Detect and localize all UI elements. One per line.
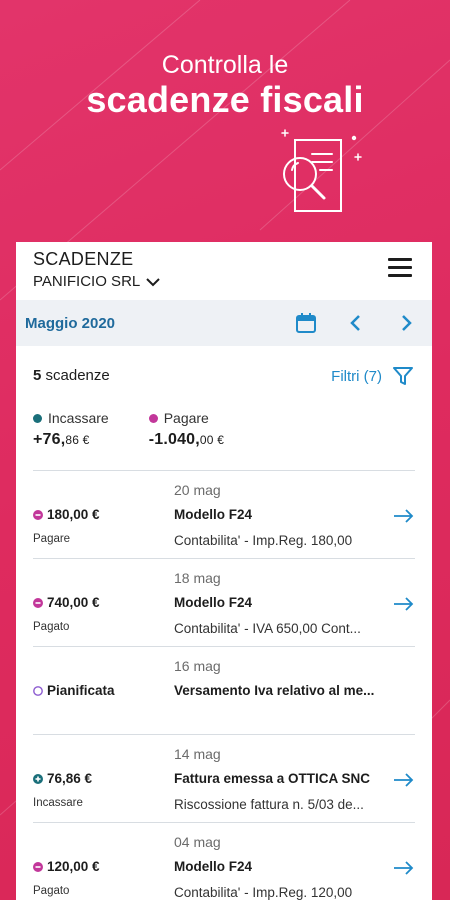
row-amount: 76,86 €: [33, 771, 92, 786]
list-item[interactable]: 20 mag 180,00 € Pagare Modello F24 Conta…: [33, 470, 415, 558]
incassare-value-decimals: 86 €: [65, 433, 90, 447]
deadline-count-number: 5: [33, 367, 42, 384]
row-status: Incassare: [33, 797, 83, 809]
hero: Controlla le scadenze fiscali: [0, 50, 450, 120]
plus-icon: [33, 773, 43, 784]
chevron-left-icon[interactable]: [344, 311, 368, 335]
pagare-label: Pagare: [163, 410, 209, 426]
row-amount: 120,00 €: [33, 859, 100, 874]
calendar-icon[interactable]: [294, 311, 318, 335]
row-date: 04 mag: [174, 834, 221, 850]
row-title: Fattura emessa a OTTICA SNC: [174, 771, 371, 786]
row-date: 16 mag: [174, 658, 221, 674]
row-description: Riscossione fattura n. 5/03 de...: [174, 797, 364, 812]
chevron-right-icon[interactable]: [394, 311, 418, 335]
filter-icon: [393, 367, 413, 385]
chevron-down-icon: [146, 278, 160, 287]
row-amount-value: 120,00 €: [47, 859, 100, 874]
row-status: Pagato: [33, 621, 70, 633]
row-amount-value: Pianificata: [47, 683, 115, 698]
row-date: 20 mag: [174, 482, 221, 498]
hamburger-menu-icon[interactable]: [388, 258, 412, 278]
pagare-value-decimals: 00 €: [199, 433, 225, 447]
summary-bar: 5 scadenze Filtri (7): [16, 346, 432, 404]
row-amount: 740,00 €: [33, 595, 100, 610]
deadline-list: 20 mag 180,00 € Pagare Modello F24 Conta…: [33, 470, 415, 900]
row-amount: Pianificata: [33, 683, 115, 698]
deadline-count-label: scadenze: [45, 367, 110, 384]
row-title: Versamento Iva relativo al me...: [174, 683, 375, 698]
month-label: Maggio 2020: [25, 314, 116, 332]
arrow-right-icon[interactable]: [393, 508, 415, 524]
minus-icon: [33, 597, 43, 608]
list-item[interactable]: 18 mag 740,00 € Pagato Modello F24 Conta…: [33, 558, 415, 646]
list-item[interactable]: 14 mag 76,86 € Incassare Fattura emessa …: [33, 734, 415, 822]
row-status: Pagare: [33, 533, 71, 545]
page-title: SCADENZE: [33, 249, 134, 269]
row-date: 14 mag: [174, 746, 221, 762]
filters-button[interactable]: Filtri (7): [331, 365, 414, 387]
row-amount: 180,00 €: [33, 507, 100, 522]
row-title: Modello F24: [174, 507, 253, 522]
minus-icon: [33, 861, 43, 872]
row-date: 18 mag: [174, 570, 221, 586]
row-description: Contabilita' - Imp.Reg. 120,00: [174, 885, 353, 900]
row-amount-value: 76,86 €: [47, 771, 93, 786]
hero-subtitle: Controlla le: [161, 51, 289, 79]
row-description: Contabilita' - Imp.Reg. 180,00: [174, 533, 353, 548]
row-title: Modello F24: [174, 859, 253, 874]
incassare-label: Incassare: [48, 410, 109, 426]
totals: Incassare +76,86 € Pagare -1.040,00 €: [16, 404, 432, 462]
row-amount-value: 180,00 €: [47, 507, 100, 522]
filters-label: Filtri (7): [331, 367, 382, 385]
arrow-right-icon[interactable]: [393, 772, 415, 788]
row-status: Pagato: [33, 885, 70, 897]
arrow-right-icon[interactable]: [393, 596, 415, 612]
row-description: Contabilita' - IVA 650,00 Cont...: [174, 621, 361, 636]
circle-outline-icon: [33, 685, 43, 696]
card-header: SCADENZE PANIFICIO SRL: [16, 242, 432, 300]
total-incassare: Incassare +76,86 €: [33, 410, 109, 462]
document-search-icon: [281, 129, 362, 212]
list-item[interactable]: 16 mag Pianificata Versamento Iva relati…: [33, 646, 415, 734]
pagare-value: -1.040,: [148, 431, 200, 448]
list-item[interactable]: 04 mag 120,00 € Pagato Modello F24 Conta…: [33, 822, 415, 900]
hero-title: scadenze fiscali: [86, 79, 364, 120]
pagare-dot-icon: [148, 413, 158, 423]
arrow-right-icon[interactable]: [393, 860, 415, 876]
incassare-value: +76,: [33, 431, 66, 448]
company-selector[interactable]: PANIFICIO SRL: [33, 272, 432, 292]
company-name: PANIFICIO SRL: [33, 273, 141, 290]
month-navigation: Maggio 2020: [16, 300, 432, 346]
deadlines-card: SCADENZE PANIFICIO SRL Maggio 2020 5 sca…: [16, 242, 432, 900]
row-amount-value: 740,00 €: [47, 595, 100, 610]
minus-icon: [33, 509, 43, 520]
incassare-dot-icon: [33, 413, 42, 423]
total-pagare: Pagare -1.040,00 €: [148, 410, 225, 462]
row-title: Modello F24: [174, 595, 253, 610]
